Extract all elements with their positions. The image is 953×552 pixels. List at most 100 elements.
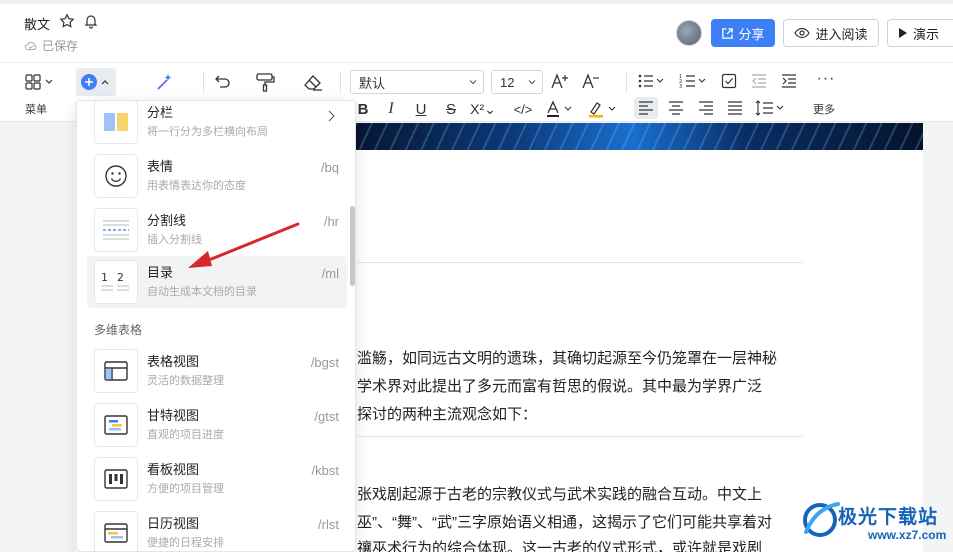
read-label: 进入阅读 <box>815 26 868 42</box>
doc-title[interactable]: 散文 <box>24 14 50 33</box>
align-center-button[interactable] <box>665 97 687 119</box>
format-painter-button[interactable] <box>252 71 278 93</box>
cloud-check-icon <box>24 41 37 50</box>
paragraph-line[interactable]: 禳巫术行为的综合体现。这一古老的仪式形式，或许就是戏剧 <box>357 537 762 552</box>
table-view-icon <box>94 349 138 393</box>
menu-item-title: 分栏 <box>147 105 174 120</box>
highlight-button[interactable] <box>586 99 620 119</box>
code-button[interactable]: </> <box>512 99 534 119</box>
line-spacing-button[interactable] <box>754 97 788 119</box>
avatar[interactable] <box>676 20 702 46</box>
font-size-select[interactable]: 12 <box>491 70 543 94</box>
magic-wand-icon <box>157 74 172 90</box>
menu-item-gantt-view[interactable]: 甘特视图 直观的项目进度 /gtst <box>87 399 347 451</box>
annotation-arrow-icon <box>188 222 300 268</box>
calendar-view-icon <box>94 511 138 551</box>
share-icon <box>722 27 734 39</box>
menu-label[interactable]: 菜单 <box>25 101 47 117</box>
menu-item-shortcut: /rlst <box>318 517 339 532</box>
outdent-button[interactable] <box>749 70 769 92</box>
bell-icon[interactable] <box>83 13 99 29</box>
menu-item-calendar-view[interactable]: 日历视图 便捷的日程安排 /rlst <box>87 507 347 551</box>
menu-item-title: 目录 <box>147 265 174 280</box>
plus-circle-icon <box>81 74 109 90</box>
justify-button[interactable] <box>724 97 746 119</box>
align-left-icon <box>639 101 653 115</box>
paragraph-line[interactable]: 滥觞，如同远古文明的遗珠，其确切起源至今仍笼罩在一层神秘 <box>357 347 777 368</box>
align-right-button[interactable] <box>695 97 717 119</box>
decrease-font-button[interactable] <box>580 70 602 92</box>
menu-item-desc: 直观的项目进度 <box>147 429 224 441</box>
svg-text:3: 3 <box>679 84 682 89</box>
font-family-select[interactable]: 默认 <box>350 70 484 94</box>
italic-button[interactable]: I <box>383 99 399 119</box>
emoji-icon <box>94 154 138 198</box>
insert-button[interactable] <box>76 68 116 96</box>
clear-format-button[interactable] <box>300 71 326 93</box>
paragraph-line[interactable]: 学术界对此提出了多元而富有哲思的假说。其中最为学界广泛 <box>357 375 762 396</box>
checklist-button[interactable] <box>719 70 739 92</box>
menu-item-desc: 灵活的数据整理 <box>147 375 224 387</box>
toolbar-separator <box>203 71 204 93</box>
toc-icon: 12 <box>94 260 138 304</box>
strikethrough-button[interactable]: S <box>442 99 460 119</box>
menu-scrollbar[interactable] <box>350 206 355 286</box>
present-button[interactable]: 演示 <box>887 19 953 47</box>
more-icon[interactable]: ··· <box>814 68 838 90</box>
undo-button[interactable] <box>211 71 235 93</box>
underline-button[interactable]: U <box>412 99 430 119</box>
toolbar-separator <box>340 71 341 93</box>
chevron-right-icon <box>328 110 335 122</box>
format-painter-icon <box>256 73 275 92</box>
svg-text:2: 2 <box>117 271 124 284</box>
indent-icon <box>782 74 796 88</box>
cover-image <box>340 123 923 150</box>
increase-font-button[interactable] <box>549 70 571 92</box>
indent-button[interactable] <box>779 70 799 92</box>
menu-item-kanban-view[interactable]: 看板视图 方便的项目管理 /kbst <box>87 453 347 505</box>
align-left-button[interactable] <box>634 97 658 119</box>
more-label[interactable]: 更多 <box>813 101 835 117</box>
grid-menu-icon <box>25 74 53 90</box>
star-icon[interactable] <box>59 13 75 29</box>
ai-magic-button[interactable] <box>152 71 176 93</box>
menu-item-desc: 将一行分为多栏横向布局 <box>147 126 268 138</box>
menu-item-emoji[interactable]: 表情 用表情表达你的态度 /bq <box>87 150 347 202</box>
menu-item-shortcut: /gtst <box>314 409 339 424</box>
font-color-icon <box>547 100 572 117</box>
header-bar: 散文 已保存 分享 进入阅读 演示 <box>0 0 953 62</box>
paragraph-line[interactable]: 张戏剧起源于古老的宗教仪式与武术实践的融合互动。中文上 <box>357 483 762 504</box>
menu-item-title: 日历视图 <box>147 516 200 531</box>
menu-item-title: 看板视图 <box>147 462 200 477</box>
numbered-list-icon: 123 <box>679 74 706 89</box>
share-button[interactable]: 分享 <box>711 19 775 47</box>
bullet-list-button[interactable] <box>636 70 666 92</box>
line-spacing-icon <box>755 100 784 116</box>
menu-item-table-view[interactable]: 表格视图 灵活的数据整理 /bgst <box>87 345 347 397</box>
numbered-list-button[interactable]: 123 <box>678 70 708 92</box>
divider-line <box>357 262 803 263</box>
menu-item-shortcut: /kbst <box>311 463 339 478</box>
bullet-list-icon <box>638 74 664 88</box>
paragraph-line[interactable]: 探讨的两种主流观念如下： <box>357 403 537 424</box>
share-label: 分享 <box>738 26 765 42</box>
checkbox-icon <box>721 73 737 89</box>
align-justify-icon <box>728 101 742 115</box>
gantt-view-icon <box>94 403 138 447</box>
menu-item-shortcut: /bq <box>320 160 339 175</box>
paragraph-line[interactable]: 巫”、“舞”、“武”三字原始语义相通，这揭示了它们可能共享着对 <box>357 511 772 532</box>
watermark-logo-icon <box>803 502 840 537</box>
undo-icon <box>215 75 230 88</box>
read-mode-button[interactable]: 进入阅读 <box>783 19 879 47</box>
svg-text:1: 1 <box>101 271 108 284</box>
section-label: 多维表格 <box>94 323 143 337</box>
menu-item-columns[interactable]: 分栏 将一行分为多栏横向布局 <box>87 101 347 148</box>
columns-icon <box>94 101 138 144</box>
menu-item-shortcut: /ml <box>321 266 339 281</box>
superscript-button[interactable]: X²⌄ <box>470 99 496 119</box>
bold-button[interactable]: B <box>355 99 371 119</box>
font-color-button[interactable] <box>544 99 576 119</box>
menu-button[interactable] <box>22 71 56 93</box>
outdent-icon <box>752 74 766 88</box>
font-decrease-icon <box>582 73 599 89</box>
